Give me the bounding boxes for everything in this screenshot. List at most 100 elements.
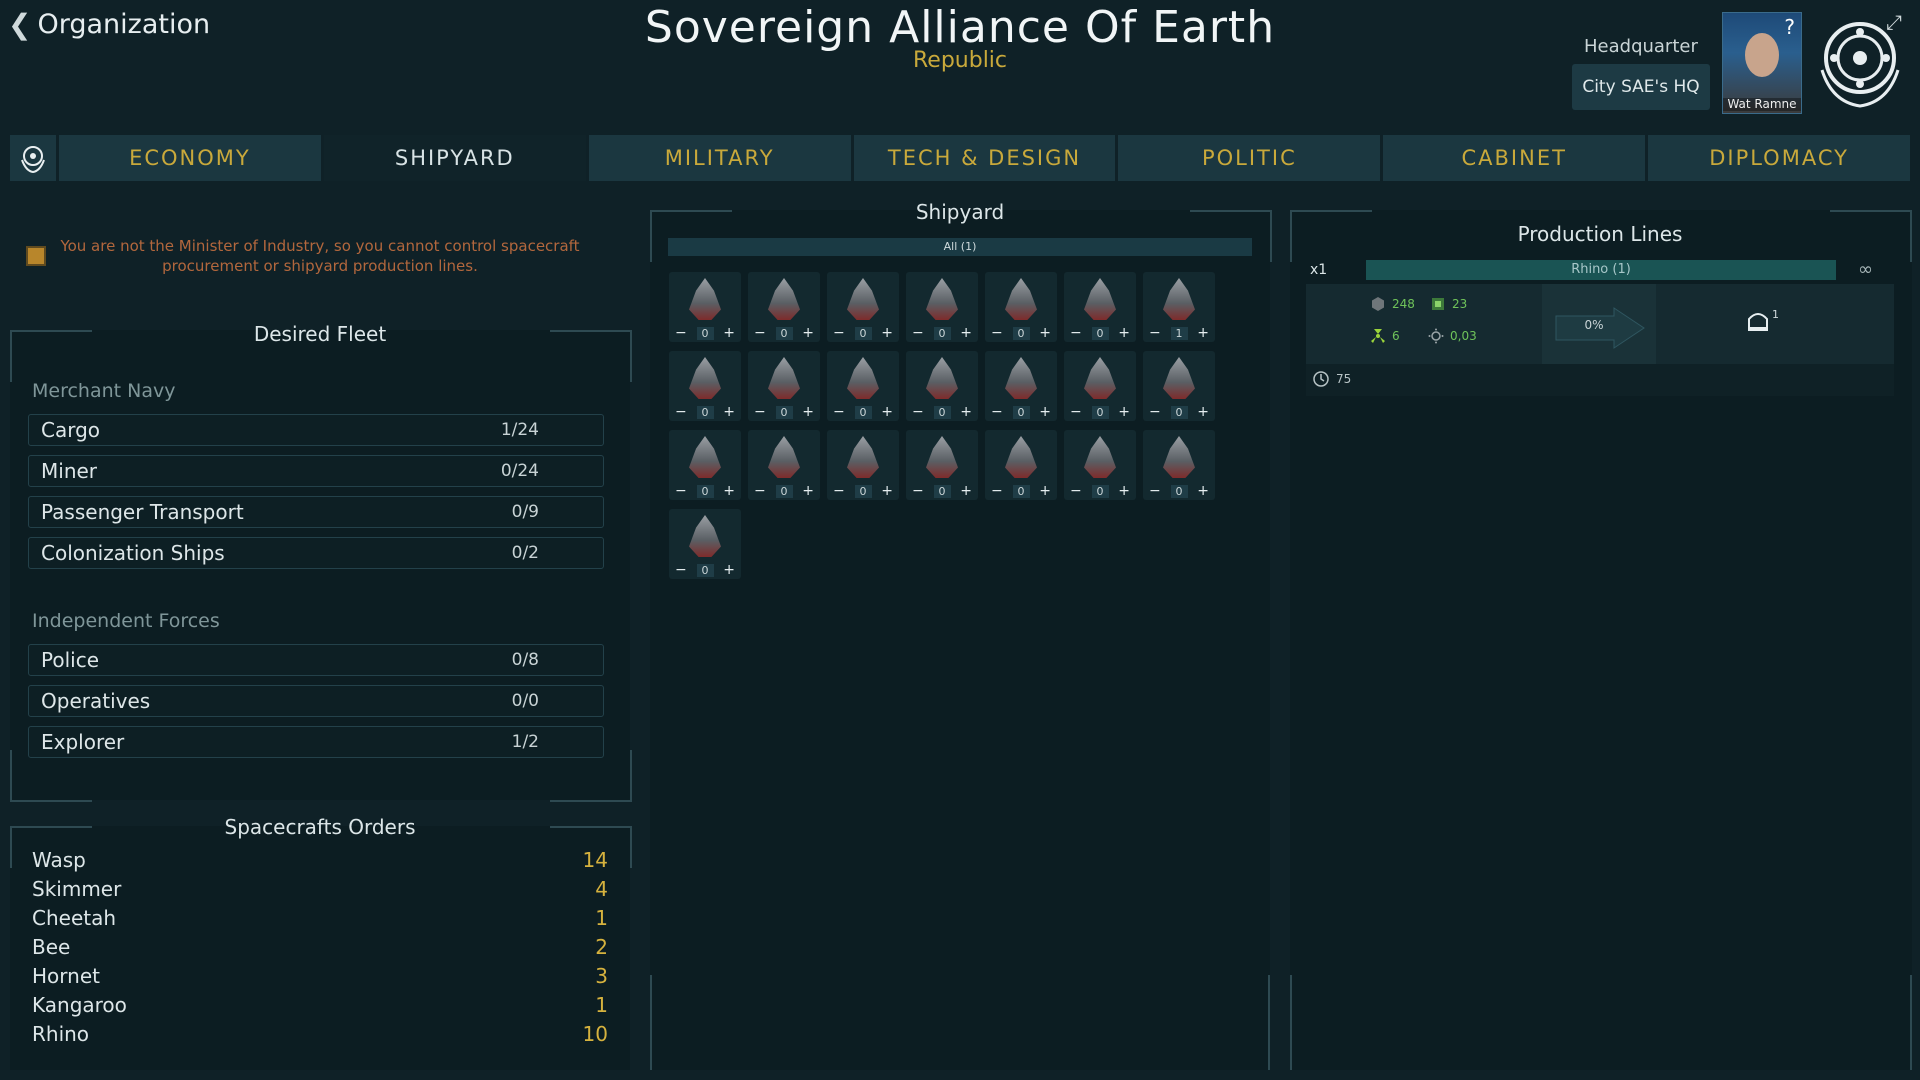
ship-count: 0 xyxy=(1091,484,1109,498)
ship-card[interactable]: −0 + xyxy=(906,351,978,421)
decrease-button[interactable]: − xyxy=(675,562,687,578)
fleet-row-label: Colonization Ships xyxy=(41,541,225,565)
increase-button[interactable]: + xyxy=(802,404,814,420)
increase-button[interactable]: + xyxy=(960,483,972,499)
decrease-button[interactable]: − xyxy=(1149,325,1161,341)
ship-card[interactable]: −0 + xyxy=(1064,351,1136,421)
tab-economy[interactable]: ECONOMY xyxy=(59,135,321,181)
increase-button[interactable]: + xyxy=(723,325,735,341)
increase-button[interactable]: + xyxy=(723,483,735,499)
expand-icon[interactable]: ⤢ xyxy=(1880,10,1908,38)
ship-card[interactable]: −0 + xyxy=(906,430,978,500)
decrease-button[interactable]: − xyxy=(1070,325,1082,341)
decrease-button[interactable]: − xyxy=(912,483,924,499)
fleet-row-police[interactable]: Police 0/8 xyxy=(28,644,604,676)
tab-bar: ECONOMY SHIPYARD MILITARY TECH & DESIGN … xyxy=(10,135,1911,181)
ship-card[interactable]: −0 + xyxy=(1064,272,1136,342)
increase-button[interactable]: + xyxy=(802,325,814,341)
fleet-row-colonization-ships[interactable]: Colonization Ships 0/2 xyxy=(28,537,604,569)
energy-sun-icon xyxy=(1428,328,1444,344)
decrease-button[interactable]: − xyxy=(1070,483,1082,499)
decrease-button[interactable]: − xyxy=(991,483,1003,499)
panel-corner xyxy=(650,975,662,1070)
increase-button[interactable]: + xyxy=(1197,325,1209,341)
decrease-button[interactable]: − xyxy=(833,404,845,420)
increase-button[interactable]: + xyxy=(723,404,735,420)
decrease-button[interactable]: − xyxy=(833,483,845,499)
increase-button[interactable]: + xyxy=(960,325,972,341)
decrease-button[interactable]: − xyxy=(833,325,845,341)
fleet-row-passenger-transport[interactable]: Passenger Transport 0/9 xyxy=(28,496,604,528)
decrease-button[interactable]: − xyxy=(912,325,924,341)
tab-tech-design[interactable]: TECH & DESIGN xyxy=(853,135,1116,181)
tab-emblem-icon[interactable] xyxy=(10,135,56,181)
increase-button[interactable]: + xyxy=(881,404,893,420)
increase-button[interactable]: + xyxy=(723,562,735,578)
decrease-button[interactable]: − xyxy=(754,483,766,499)
increase-button[interactable]: + xyxy=(1197,404,1209,420)
tab-military[interactable]: MILITARY xyxy=(588,135,851,181)
ship-count: 0 xyxy=(696,326,714,340)
ship-card[interactable]: −0 + xyxy=(985,272,1057,342)
ship-card[interactable]: −0 + xyxy=(827,351,899,421)
ship-card[interactable]: −0 + xyxy=(1143,351,1215,421)
increase-button[interactable]: + xyxy=(1118,325,1130,341)
increase-button[interactable]: + xyxy=(881,325,893,341)
ship-card[interactable]: −0 + xyxy=(906,272,978,342)
ship-card[interactable]: −0 + xyxy=(985,430,1057,500)
fleet-row-value: 0/8 xyxy=(511,650,539,670)
help-icon[interactable]: ? xyxy=(1784,15,1795,39)
decrease-button[interactable]: − xyxy=(675,404,687,420)
increase-button[interactable]: + xyxy=(802,483,814,499)
decrease-button[interactable]: − xyxy=(1070,404,1082,420)
ship-card[interactable]: −0 + xyxy=(1064,430,1136,500)
increase-button[interactable]: + xyxy=(1039,404,1051,420)
tab-cabinet[interactable]: CABINET xyxy=(1383,135,1646,181)
increase-button[interactable]: + xyxy=(1039,325,1051,341)
increase-button[interactable]: + xyxy=(960,404,972,420)
ship-card[interactable]: −0 + xyxy=(748,351,820,421)
ship-card[interactable]: −0 + xyxy=(669,509,741,579)
ship-card[interactable]: −0 + xyxy=(748,430,820,500)
fleet-row-value: 0/9 xyxy=(511,502,539,522)
decrease-button[interactable]: − xyxy=(675,483,687,499)
repeat-infinite-icon[interactable]: ∞ xyxy=(1858,259,1873,280)
ship-card[interactable]: −0 + xyxy=(1143,430,1215,500)
decrease-button[interactable]: − xyxy=(1149,483,1161,499)
ship-card[interactable]: −0 + xyxy=(669,272,741,342)
tab-diplomacy[interactable]: DIPLOMACY xyxy=(1648,135,1911,181)
leader-avatar[interactable]: ? Wat Ramne xyxy=(1722,12,1802,114)
production-item-bar[interactable]: Rhino (1) xyxy=(1366,260,1836,280)
headquarter-city-button[interactable]: City SAE's HQ xyxy=(1572,64,1710,110)
fleet-row-cargo[interactable]: Cargo 1/24 xyxy=(28,414,604,446)
increase-button[interactable]: + xyxy=(1039,483,1051,499)
order-row: Wasp 14 xyxy=(32,848,608,876)
ship-card[interactable]: −1 + xyxy=(1143,272,1215,342)
decrease-button[interactable]: − xyxy=(912,404,924,420)
ship-card[interactable]: −0 + xyxy=(827,272,899,342)
ship-card[interactable]: −0 + xyxy=(669,430,741,500)
ship-count-stepper: −0 + xyxy=(1064,325,1136,341)
increase-button[interactable]: + xyxy=(881,483,893,499)
increase-button[interactable]: + xyxy=(1118,483,1130,499)
ship-card[interactable]: −0 + xyxy=(748,272,820,342)
ship-card[interactable]: −0 + xyxy=(985,351,1057,421)
tab-politic[interactable]: POLITIC xyxy=(1118,135,1381,181)
decrease-button[interactable]: − xyxy=(991,404,1003,420)
fleet-row-miner[interactable]: Miner 0/24 xyxy=(28,455,604,487)
decrease-button[interactable]: − xyxy=(1149,404,1161,420)
spaceship-icon xyxy=(847,357,879,399)
spaceship-icon xyxy=(1005,357,1037,399)
decrease-button[interactable]: − xyxy=(991,325,1003,341)
increase-button[interactable]: + xyxy=(1118,404,1130,420)
ship-card[interactable]: −0 + xyxy=(827,430,899,500)
decrease-button[interactable]: − xyxy=(754,325,766,341)
decrease-button[interactable]: − xyxy=(754,404,766,420)
shipyard-filter[interactable]: All (1) xyxy=(668,238,1252,256)
ship-card[interactable]: −0 + xyxy=(669,351,741,421)
decrease-button[interactable]: − xyxy=(675,325,687,341)
increase-button[interactable]: + xyxy=(1197,483,1209,499)
tab-shipyard[interactable]: SHIPYARD xyxy=(323,135,586,181)
fleet-row-explorer[interactable]: Explorer 1/2 xyxy=(28,726,604,758)
fleet-row-operatives[interactable]: Operatives 0/0 xyxy=(28,685,604,717)
